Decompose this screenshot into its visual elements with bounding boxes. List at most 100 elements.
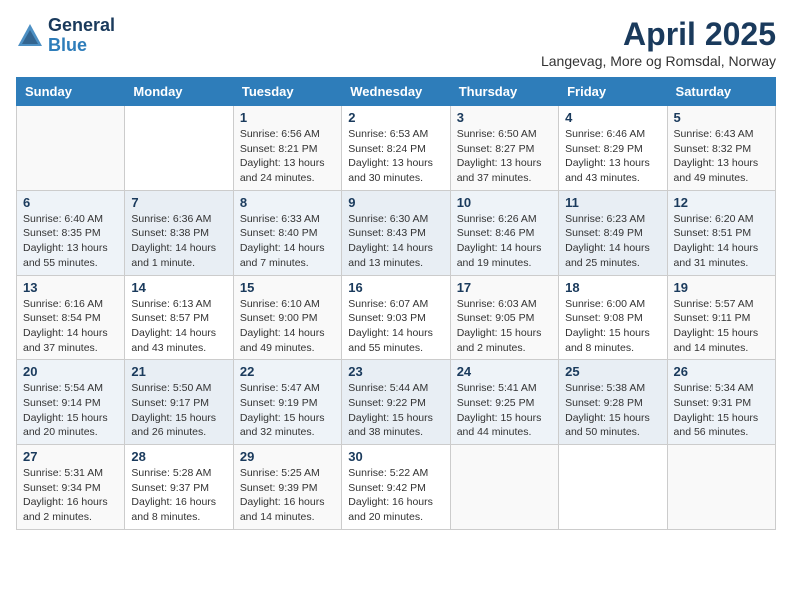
day-info: Sunrise: 5:22 AM Sunset: 9:42 PM Dayligh… [348, 466, 443, 525]
day-info: Sunrise: 6:20 AM Sunset: 8:51 PM Dayligh… [674, 212, 769, 271]
day-number: 16 [348, 280, 443, 295]
weekday-header-tuesday: Tuesday [233, 78, 341, 106]
calendar-cell [559, 445, 667, 530]
day-info: Sunrise: 6:07 AM Sunset: 9:03 PM Dayligh… [348, 297, 443, 356]
logo: General Blue [16, 16, 115, 56]
day-number: 18 [565, 280, 660, 295]
calendar-cell [125, 106, 233, 191]
day-info: Sunrise: 6:50 AM Sunset: 8:27 PM Dayligh… [457, 127, 552, 186]
calendar-cell: 10 Sunrise: 6:26 AM Sunset: 8:46 PM Dayli… [450, 190, 558, 275]
calendar-cell [667, 445, 775, 530]
day-info: Sunrise: 6:53 AM Sunset: 8:24 PM Dayligh… [348, 127, 443, 186]
calendar-cell: 5 Sunrise: 6:43 AM Sunset: 8:32 PM Daylig… [667, 106, 775, 191]
calendar-cell: 16 Sunrise: 6:07 AM Sunset: 9:03 PM Dayli… [342, 275, 450, 360]
day-info: Sunrise: 6:56 AM Sunset: 8:21 PM Dayligh… [240, 127, 335, 186]
day-info: Sunrise: 6:13 AM Sunset: 8:57 PM Dayligh… [131, 297, 226, 356]
weekday-header-saturday: Saturday [667, 78, 775, 106]
day-info: Sunrise: 5:54 AM Sunset: 9:14 PM Dayligh… [23, 381, 118, 440]
day-info: Sunrise: 5:47 AM Sunset: 9:19 PM Dayligh… [240, 381, 335, 440]
day-number: 19 [674, 280, 769, 295]
weekday-row: SundayMondayTuesdayWednesdayThursdayFrid… [17, 78, 776, 106]
day-info: Sunrise: 5:38 AM Sunset: 9:28 PM Dayligh… [565, 381, 660, 440]
calendar-cell: 4Sunrise: 6:46 AM Sunset: 8:29 PM Daylig… [559, 106, 667, 191]
calendar-cell: 27 Sunrise: 5:31 AM Sunset: 9:34 PM Dayli… [17, 445, 125, 530]
weekday-header-friday: Friday [559, 78, 667, 106]
day-number: 12 [674, 195, 769, 210]
day-number: 30 [348, 449, 443, 464]
calendar-cell: 1 Sunrise: 6:56 AM Sunset: 8:21 PM Daylig… [233, 106, 341, 191]
day-number: 3 [457, 110, 552, 125]
day-info: Sunrise: 5:50 AM Sunset: 9:17 PM Dayligh… [131, 381, 226, 440]
day-info: Sunrise: 5:41 AM Sunset: 9:25 PM Dayligh… [457, 381, 552, 440]
day-info: Sunrise: 6:43 AM Sunset: 8:32 PM Dayligh… [674, 127, 769, 186]
calendar-header: SundayMondayTuesdayWednesdayThursdayFrid… [17, 78, 776, 106]
day-number: 21 [131, 364, 226, 379]
calendar-cell: 25 Sunrise: 5:38 AM Sunset: 9:28 PM Dayli… [559, 360, 667, 445]
day-info: Sunrise: 6:40 AM Sunset: 8:35 PM Dayligh… [23, 212, 118, 271]
day-number: 20 [23, 364, 118, 379]
day-number: 14 [131, 280, 226, 295]
day-info: Sunrise: 5:25 AM Sunset: 9:39 PM Dayligh… [240, 466, 335, 525]
logo-line2: Blue [48, 36, 115, 56]
weekday-header-wednesday: Wednesday [342, 78, 450, 106]
calendar: SundayMondayTuesdayWednesdayThursdayFrid… [16, 77, 776, 530]
calendar-cell: 28Sunrise: 5:28 AM Sunset: 9:37 PM Dayli… [125, 445, 233, 530]
day-number: 7 [131, 195, 226, 210]
calendar-cell: 3 Sunrise: 6:50 AM Sunset: 8:27 PM Daylig… [450, 106, 558, 191]
calendar-row-2: 6 Sunrise: 6:40 AM Sunset: 8:35 PM Daylig… [17, 190, 776, 275]
calendar-row-5: 27 Sunrise: 5:31 AM Sunset: 9:34 PM Dayli… [17, 445, 776, 530]
calendar-cell: 20 Sunrise: 5:54 AM Sunset: 9:14 PM Dayli… [17, 360, 125, 445]
calendar-cell: 18Sunrise: 6:00 AM Sunset: 9:08 PM Dayli… [559, 275, 667, 360]
calendar-cell: 11 Sunrise: 6:23 AM Sunset: 8:49 PM Dayli… [559, 190, 667, 275]
calendar-row-4: 20 Sunrise: 5:54 AM Sunset: 9:14 PM Dayli… [17, 360, 776, 445]
calendar-cell: 15Sunrise: 6:10 AM Sunset: 9:00 PM Dayli… [233, 275, 341, 360]
day-number: 23 [348, 364, 443, 379]
day-number: 28 [131, 449, 226, 464]
calendar-cell: 30 Sunrise: 5:22 AM Sunset: 9:42 PM Dayli… [342, 445, 450, 530]
calendar-cell: 24 Sunrise: 5:41 AM Sunset: 9:25 PM Dayli… [450, 360, 558, 445]
calendar-cell: 17Sunrise: 6:03 AM Sunset: 9:05 PM Dayli… [450, 275, 558, 360]
day-info: Sunrise: 5:34 AM Sunset: 9:31 PM Dayligh… [674, 381, 769, 440]
calendar-cell: 13 Sunrise: 6:16 AM Sunset: 8:54 PM Dayli… [17, 275, 125, 360]
weekday-header-sunday: Sunday [17, 78, 125, 106]
day-info: Sunrise: 6:10 AM Sunset: 9:00 PM Dayligh… [240, 297, 335, 356]
logo-line1: General [48, 16, 115, 36]
day-number: 25 [565, 364, 660, 379]
day-info: Sunrise: 6:23 AM Sunset: 8:49 PM Dayligh… [565, 212, 660, 271]
calendar-cell [17, 106, 125, 191]
day-number: 5 [674, 110, 769, 125]
calendar-cell: 12 Sunrise: 6:20 AM Sunset: 8:51 PM Dayli… [667, 190, 775, 275]
weekday-header-thursday: Thursday [450, 78, 558, 106]
main-title: April 2025 [541, 16, 776, 53]
calendar-cell: 8Sunrise: 6:33 AM Sunset: 8:40 PM Daylig… [233, 190, 341, 275]
day-number: 22 [240, 364, 335, 379]
calendar-cell: 9 Sunrise: 6:30 AM Sunset: 8:43 PM Daylig… [342, 190, 450, 275]
day-info: Sunrise: 6:36 AM Sunset: 8:38 PM Dayligh… [131, 212, 226, 271]
day-number: 13 [23, 280, 118, 295]
calendar-cell: 23 Sunrise: 5:44 AM Sunset: 9:22 PM Dayli… [342, 360, 450, 445]
day-number: 24 [457, 364, 552, 379]
day-number: 17 [457, 280, 552, 295]
day-info: Sunrise: 5:44 AM Sunset: 9:22 PM Dayligh… [348, 381, 443, 440]
subtitle: Langevag, More og Romsdal, Norway [541, 53, 776, 69]
day-info: Sunrise: 6:30 AM Sunset: 8:43 PM Dayligh… [348, 212, 443, 271]
day-number: 26 [674, 364, 769, 379]
day-number: 8 [240, 195, 335, 210]
day-number: 10 [457, 195, 552, 210]
calendar-cell: 7 Sunrise: 6:36 AM Sunset: 8:38 PM Daylig… [125, 190, 233, 275]
day-number: 11 [565, 195, 660, 210]
day-number: 6 [23, 195, 118, 210]
day-info: Sunrise: 6:46 AM Sunset: 8:29 PM Dayligh… [565, 127, 660, 186]
calendar-cell: 22 Sunrise: 5:47 AM Sunset: 9:19 PM Dayli… [233, 360, 341, 445]
day-number: 9 [348, 195, 443, 210]
calendar-cell: 19Sunrise: 5:57 AM Sunset: 9:11 PM Dayli… [667, 275, 775, 360]
day-number: 1 [240, 110, 335, 125]
calendar-cell: 26 Sunrise: 5:34 AM Sunset: 9:31 PM Dayli… [667, 360, 775, 445]
day-info: Sunrise: 6:26 AM Sunset: 8:46 PM Dayligh… [457, 212, 552, 271]
calendar-cell: 6 Sunrise: 6:40 AM Sunset: 8:35 PM Daylig… [17, 190, 125, 275]
day-info: Sunrise: 5:31 AM Sunset: 9:34 PM Dayligh… [23, 466, 118, 525]
day-number: 27 [23, 449, 118, 464]
calendar-cell: 2Sunrise: 6:53 AM Sunset: 8:24 PM Daylig… [342, 106, 450, 191]
day-info: Sunrise: 6:16 AM Sunset: 8:54 PM Dayligh… [23, 297, 118, 356]
calendar-row-3: 13 Sunrise: 6:16 AM Sunset: 8:54 PM Dayli… [17, 275, 776, 360]
